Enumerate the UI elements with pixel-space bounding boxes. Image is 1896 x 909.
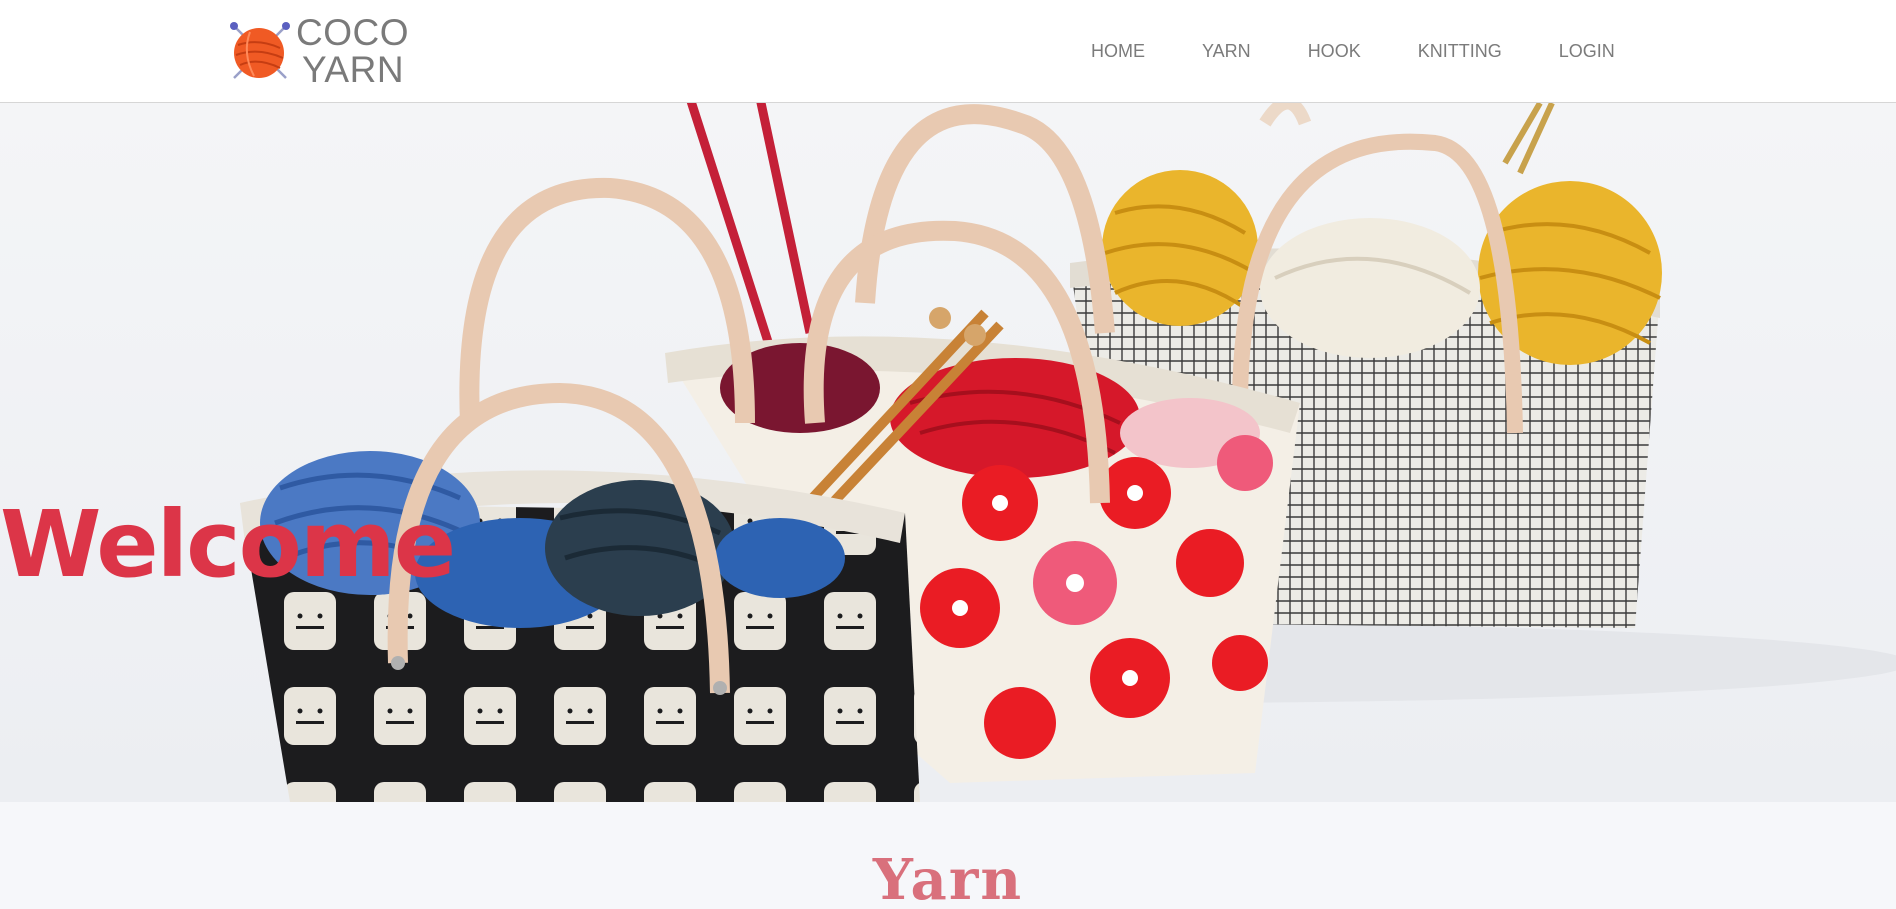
brand-logo[interactable]: COCO YARN xyxy=(228,14,428,90)
hero-heading: Welcome xyxy=(0,491,456,598)
site-header: COCO YARN HOME YARN HOOK KNITTING LOGIN xyxy=(0,0,1896,103)
hero-banner: Welcome xyxy=(0,103,1896,802)
yarn-ball-icon xyxy=(230,22,290,79)
brand-name: COCO YARN xyxy=(296,14,409,88)
nav-yarn[interactable]: YARN xyxy=(1202,41,1251,62)
brand-line-2: YARN xyxy=(302,49,405,90)
main-nav: HOME YARN HOOK KNITTING LOGIN xyxy=(1060,0,1672,103)
nav-hook[interactable]: HOOK xyxy=(1308,41,1361,62)
nav-knitting[interactable]: KNITTING xyxy=(1418,41,1502,62)
nav-home[interactable]: HOME xyxy=(1091,41,1145,62)
brand-line-1: COCO xyxy=(296,12,409,53)
nav-login[interactable]: LOGIN xyxy=(1559,41,1615,62)
knitting-bags-with-yarn-photo xyxy=(0,103,1896,802)
section-title: Yarn xyxy=(872,847,1024,909)
